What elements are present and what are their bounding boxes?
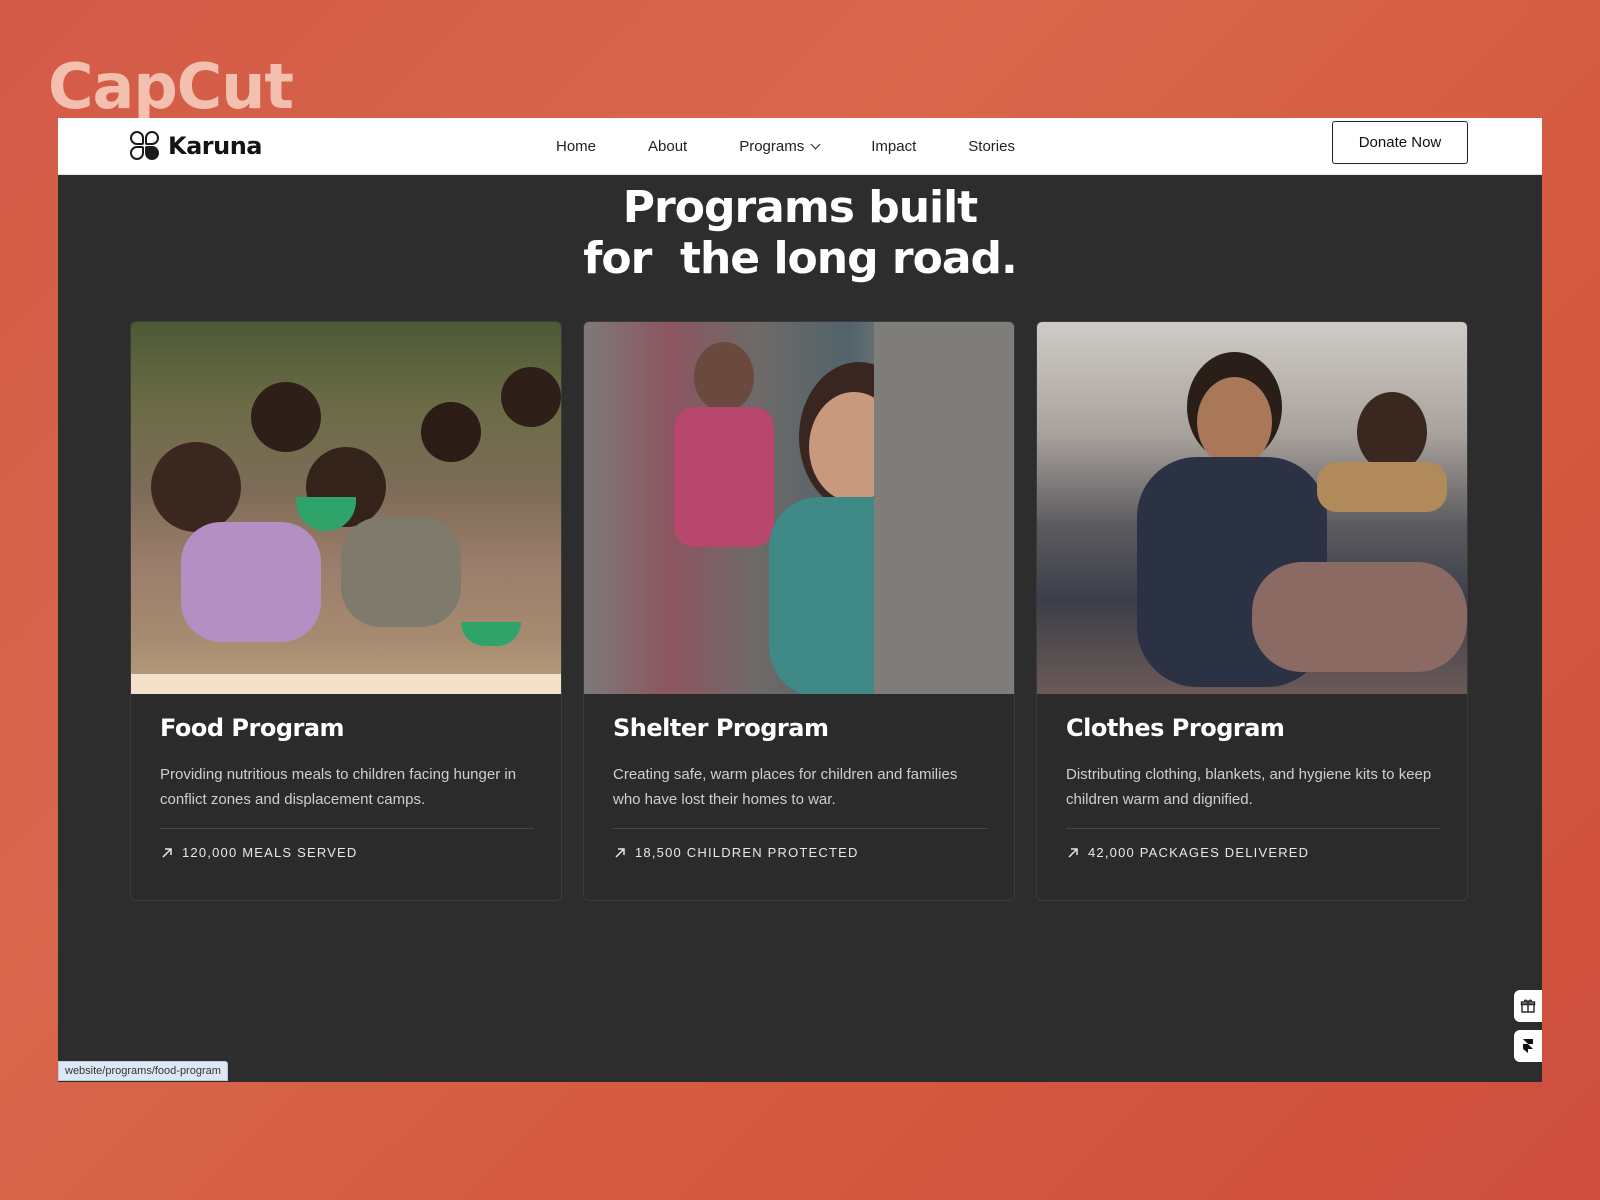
card-title: Clothes Program (1066, 714, 1285, 742)
card-stat-text: 120,000 MEALS SERVED (182, 845, 358, 860)
framer-button[interactable] (1514, 1030, 1542, 1062)
browser-viewport: Karuna Home About Programs Impact Storie… (58, 118, 1542, 1082)
card-divider (613, 828, 987, 829)
page-title-line-1: Programs built (622, 182, 978, 233)
donate-now-button[interactable]: Donate Now (1332, 121, 1468, 164)
arrow-up-right-icon (615, 847, 625, 858)
card-title: Food Program (160, 714, 345, 742)
card-stat: 42,000 PACKAGES DELIVERED (1066, 845, 1440, 860)
card-stat: 18,500 CHILDREN PROTECTED (613, 845, 987, 860)
page-title: Programs built for the long road. (58, 182, 1542, 284)
card-stat-text: 42,000 PACKAGES DELIVERED (1088, 845, 1310, 860)
capcut-watermark: CapCut (48, 50, 294, 123)
main-nav: Home About Programs Impact Stories (556, 118, 1067, 175)
nav-link-about[interactable]: About (648, 138, 687, 155)
program-card-food[interactable]: Food Program Providing nutritious meals … (130, 321, 562, 901)
chevron-down-icon (810, 139, 821, 150)
gift-button[interactable] (1514, 990, 1542, 1022)
program-card-clothes[interactable]: Clothes Program Distributing clothing, b… (1036, 321, 1468, 901)
card-divider (160, 828, 534, 829)
nav-link-stories[interactable]: Stories (968, 138, 1015, 155)
card-title: Shelter Program (613, 714, 829, 742)
card-description: Creating safe, warm places for children … (613, 766, 958, 808)
gift-icon (1520, 999, 1536, 1013)
nav-link-home[interactable]: Home (556, 138, 596, 155)
food-program-photo (131, 322, 561, 694)
page-title-line-2: for the long road. (583, 233, 1018, 284)
clothes-card-body: Clothes Program Distributing clothing, b… (1066, 714, 1440, 860)
karuna-logo-icon (130, 131, 160, 161)
arrow-up-right-icon (1068, 847, 1078, 858)
nav-link-programs-label: Programs (739, 138, 805, 155)
card-divider (1066, 828, 1440, 829)
brand-logo[interactable]: Karuna (130, 128, 263, 164)
nav-link-impact[interactable]: Impact (871, 138, 916, 155)
card-stat-text: 18,500 CHILDREN PROTECTED (635, 845, 859, 860)
program-card-shelter[interactable]: Shelter Program Creating safe, warm plac… (583, 321, 1015, 901)
status-bar-url: website/programs/food-program (58, 1061, 228, 1081)
card-description: Distributing clothing, blankets, and hyg… (1066, 766, 1432, 808)
arrow-up-right-icon (162, 847, 172, 858)
shelter-program-photo (584, 322, 1014, 694)
card-stat: 120,000 MEALS SERVED (160, 845, 534, 860)
framer-icon (1523, 1039, 1533, 1053)
food-card-body: Food Program Providing nutritious meals … (160, 714, 534, 860)
shelter-card-body: Shelter Program Creating safe, warm plac… (613, 714, 987, 860)
nav-link-programs[interactable]: Programs (739, 138, 821, 155)
clothes-program-photo (1037, 322, 1467, 694)
card-description: Providing nutritious meals to children f… (160, 766, 517, 808)
brand-name: Karuna (168, 132, 263, 160)
top-navbar: Karuna Home About Programs Impact Storie… (58, 118, 1542, 175)
